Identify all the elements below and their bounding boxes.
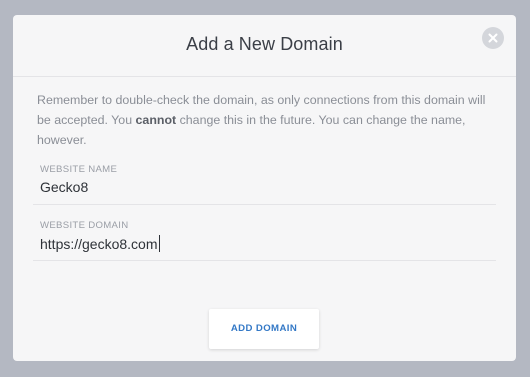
website-domain-input[interactable]: https://gecko8.com (40, 235, 160, 252)
website-domain-field[interactable]: WEBSITE DOMAIN https://gecko8.com (33, 215, 496, 261)
website-name-input[interactable]: Gecko8 (40, 179, 88, 195)
text-caret (158, 235, 160, 252)
close-icon (488, 33, 498, 43)
website-domain-label: WEBSITE DOMAIN (40, 220, 129, 231)
add-domain-modal: Add a New Domain Remember to double-chec… (13, 15, 516, 361)
close-button[interactable] (482, 27, 504, 49)
add-domain-button[interactable]: ADD DOMAIN (209, 309, 319, 349)
modal-header: Add a New Domain (13, 15, 516, 77)
website-domain-value: https://gecko8.com (40, 236, 158, 252)
notice-emphasis: cannot (135, 113, 177, 127)
modal-title: Add a New Domain (186, 34, 343, 54)
domain-notice: Remember to double-check the domain, as … (37, 90, 497, 150)
website-name-label: WEBSITE NAME (40, 164, 118, 175)
website-name-field[interactable]: WEBSITE NAME Gecko8 (33, 159, 496, 205)
